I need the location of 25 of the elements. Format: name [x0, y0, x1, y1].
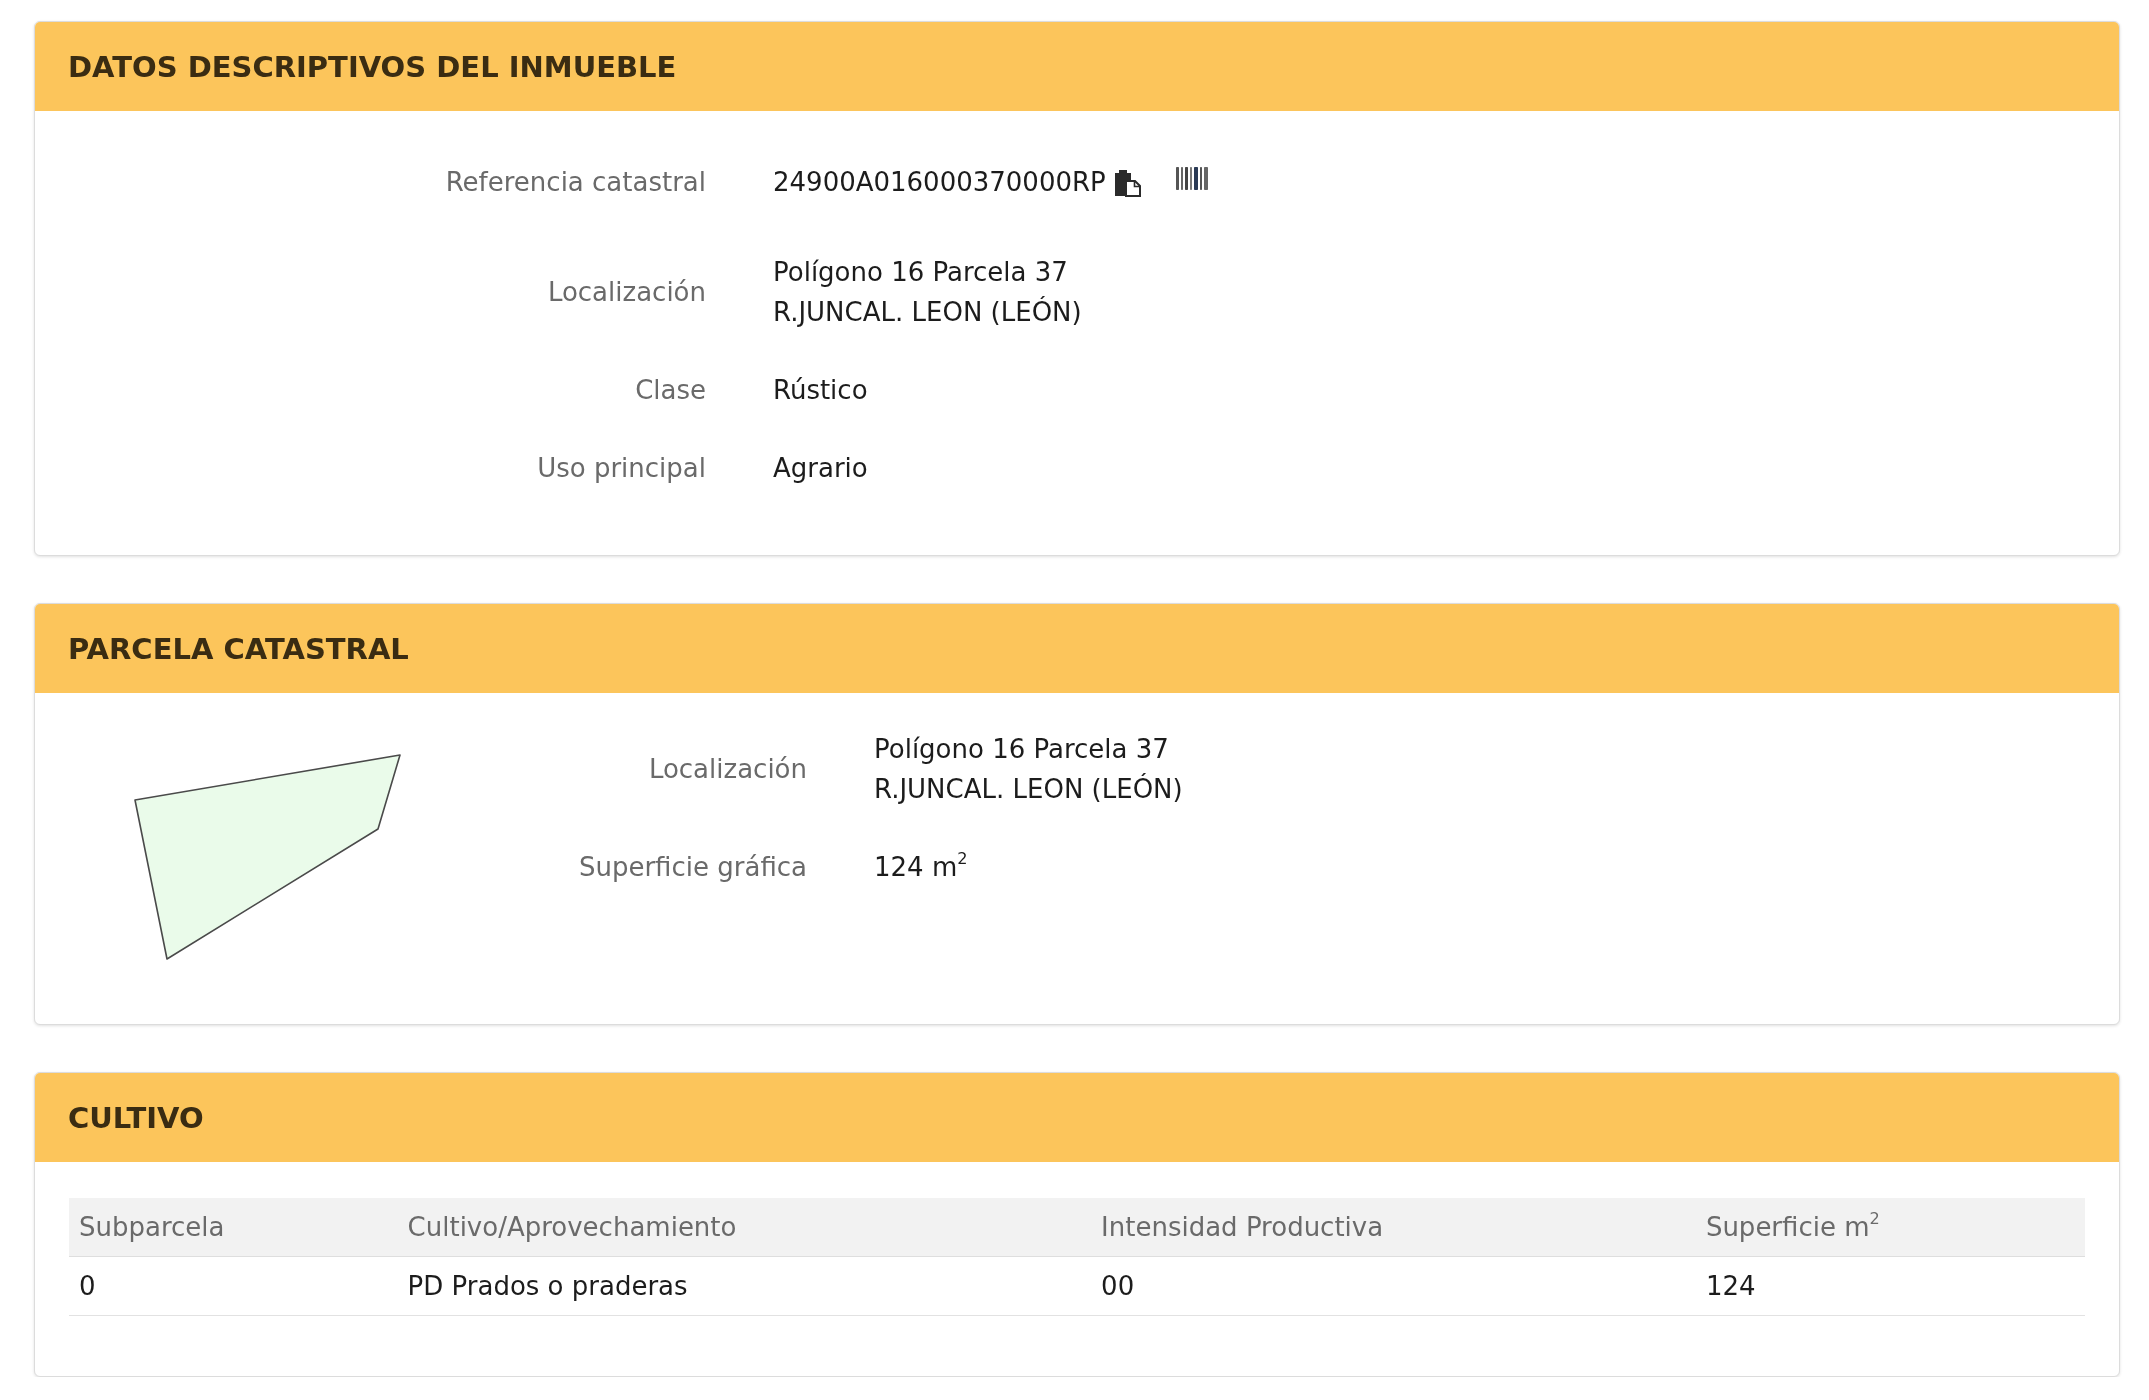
column-header: Subparcela: [69, 1198, 398, 1257]
field-value: Polígono 16 Parcela 37 R.JUNCAL. LEON (LEÓN): [773, 256, 1082, 329]
field-label: Clase: [634, 374, 706, 407]
section-title: DATOS DESCRIPTIVOS DEL INMUEBLE: [68, 49, 677, 84]
field-label: Localización: [546, 276, 706, 309]
table-cell: PD Prados o praderas: [397, 1256, 1092, 1316]
table-cell: 00: [1091, 1256, 1696, 1316]
section-title: CULTIVO: [68, 1100, 204, 1135]
table-cell: 0: [69, 1256, 398, 1316]
column-header: Intensidad Productiva: [1091, 1198, 1696, 1257]
field-label: Superficie gráfica: [577, 851, 807, 884]
column-header: Cultivo/Aprovechamiento: [397, 1198, 1092, 1257]
field-value: Polígono 16 Parcela 37 R.JUNCAL. LEON (LEÓN): [874, 733, 1183, 806]
field-value: Rústico: [773, 374, 868, 407]
field-value: 24900A016000370000RP: [773, 166, 1106, 199]
section-title: PARCELA CATASTRAL: [68, 631, 409, 666]
field-value: 124 m$^{2}$: [874, 847, 968, 884]
column-header: Superficie m$^{2}$: [1695, 1198, 2085, 1257]
copy-icon[interactable]: [1113, 167, 1141, 197]
field-value: Agrario: [773, 452, 868, 485]
field-label: Uso principal: [536, 452, 706, 485]
field-label: Referencia catastral: [444, 166, 706, 199]
barcode-icon[interactable]: [1175, 166, 1208, 190]
field-label: Localización: [647, 753, 807, 786]
table-cell: 124: [1695, 1256, 2085, 1316]
